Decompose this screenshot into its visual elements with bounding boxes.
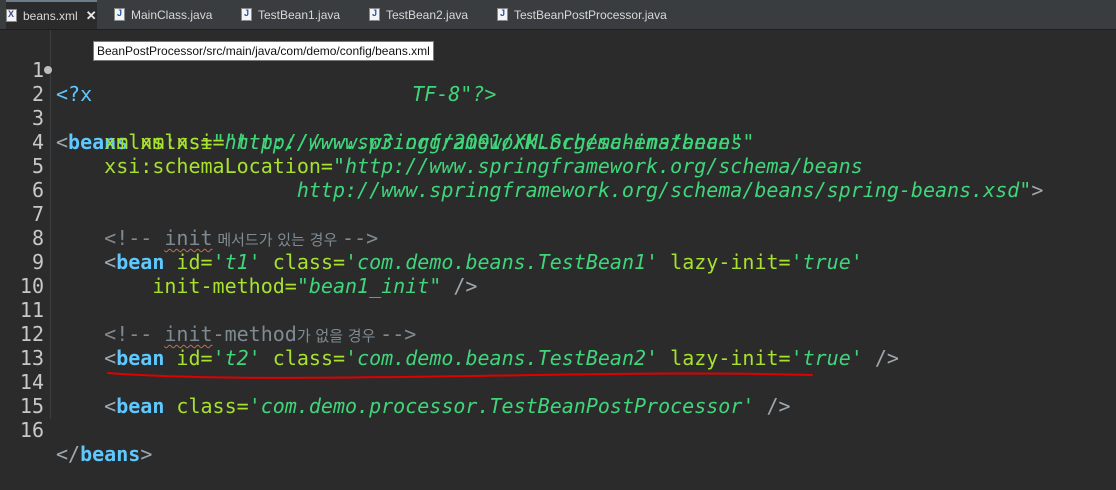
tab-label: MainClass.java: [131, 7, 213, 22]
tab-label: TestBean1.java: [258, 7, 341, 22]
tab-label: TestBeanPostProcessor.java: [514, 7, 667, 22]
line-number: 16: [19, 418, 44, 442]
tag-bracket: >: [140, 442, 153, 466]
tab-beans-xml[interactable]: beans.xml ✕: [6, 0, 97, 29]
code-editor[interactable]: 1 <?x TF-8"?> 2 <beans xmlns="http://www.…: [0, 30, 1116, 466]
red-underline-annotation: [107, 372, 813, 379]
tab-mainclass-java[interactable]: MainClass.java: [114, 0, 212, 29]
java-file-icon: [241, 8, 252, 21]
close-icon[interactable]: ✕: [86, 8, 97, 24]
tab-label: TestBean2.java: [386, 7, 469, 22]
tab-testbean1-java[interactable]: TestBean1.java: [241, 0, 340, 29]
xml-file-icon: [6, 9, 17, 22]
file-path-tooltip: BeanPostProcessor/src/main/java/com/demo…: [93, 41, 434, 61]
tag-name: beans: [80, 442, 141, 466]
tag-bracket: </: [56, 442, 81, 466]
editor-tab-bar: beans.xml ✕ MainClass.java TestBean1.jav…: [0, 0, 1116, 30]
java-file-icon: [114, 8, 125, 21]
java-file-icon: [497, 8, 508, 21]
tab-testbeanpostprocessor-java[interactable]: TestBeanPostProcessor.java: [497, 0, 667, 29]
java-file-icon: [369, 8, 380, 21]
tab-testbean2-java[interactable]: TestBean2.java: [369, 0, 468, 29]
tab-label: beans.xml: [23, 8, 78, 23]
